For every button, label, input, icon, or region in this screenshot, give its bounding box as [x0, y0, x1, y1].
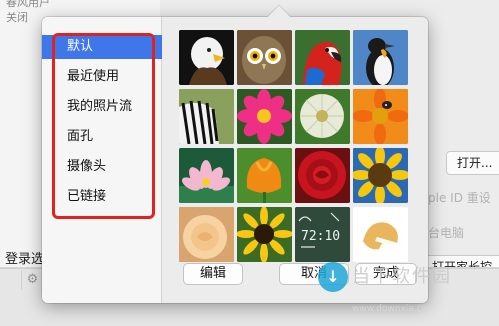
open-button[interactable]: 打开...: [446, 151, 499, 175]
computer-text: 台电脑: [428, 226, 465, 240]
picture-dandelion[interactable]: [295, 89, 350, 144]
apple-id-reset-text: ple ID 重设: [428, 191, 491, 205]
picture-orange-tulip[interactable]: [237, 148, 292, 203]
watermark-text: 当下软件园: [352, 266, 452, 287]
edit-button[interactable]: 编辑: [183, 263, 243, 285]
watermark: ↓ 当下软件园 www.downxia.com: [318, 262, 499, 326]
background-close-text: 关闭: [6, 11, 28, 24]
gear-icon[interactable]: ⚙: [22, 270, 44, 290]
picture-gerbera-daisy[interactable]: [237, 207, 292, 262]
picture-pink-flower[interactable]: [237, 89, 292, 144]
picture-ladybug-flower[interactable]: [353, 89, 408, 144]
picture-sunflower[interactable]: [353, 148, 408, 203]
login-options-label: 登录选: [5, 252, 45, 267]
picture-red-rose[interactable]: [295, 148, 350, 203]
picture-zebra[interactable]: [179, 89, 234, 144]
picture-penguin[interactable]: [353, 30, 408, 85]
add-user-button[interactable]: [0, 270, 22, 290]
watermark-url: www.downxia.com: [352, 304, 436, 314]
chalkboard-text: 72:10: [301, 229, 340, 244]
highlight-annotation-box: [52, 33, 155, 219]
picture-chalkboard[interactable]: 72:10: [295, 207, 350, 262]
watermark-logo-icon: ↓: [318, 262, 348, 292]
picture-lotus[interactable]: [179, 148, 234, 203]
picture-owl[interactable]: [237, 30, 292, 85]
picture-yellow-rose[interactable]: [179, 207, 234, 262]
picture-eagle[interactable]: [179, 30, 234, 85]
picture-fortune-cookie[interactable]: [353, 207, 408, 262]
picture-parrot[interactable]: [295, 30, 350, 85]
